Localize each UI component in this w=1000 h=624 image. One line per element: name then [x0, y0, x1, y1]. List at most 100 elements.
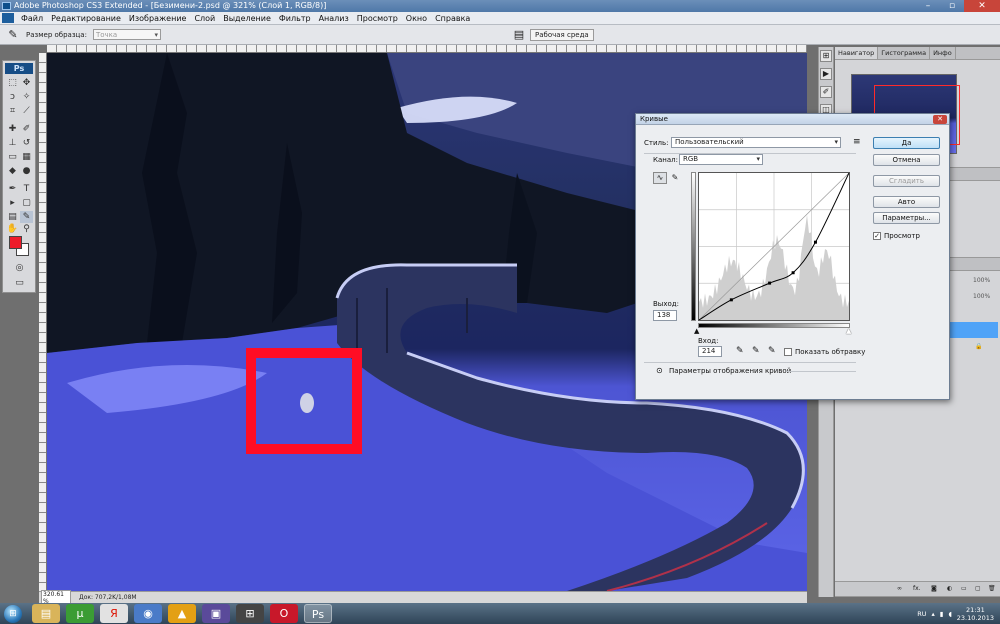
network-icon[interactable]: ▮: [940, 610, 944, 618]
menu-view[interactable]: Просмотр: [353, 14, 402, 23]
slice-tool-icon[interactable]: ⟋: [20, 105, 33, 117]
output-value-field[interactable]: 138: [653, 310, 677, 321]
path-select-icon[interactable]: ▸: [6, 197, 19, 209]
menu-analysis[interactable]: Анализ: [315, 14, 353, 23]
foreground-color-swatch[interactable]: [9, 236, 22, 249]
preview-checkbox[interactable]: ✓: [873, 232, 881, 240]
curve-edit-points-icon[interactable]: ∿: [653, 172, 667, 184]
brush-tool-icon[interactable]: ✐: [20, 123, 33, 135]
white-point-slider-icon[interactable]: ▲: [846, 327, 851, 335]
menu-layer[interactable]: Слой: [190, 14, 219, 23]
fill-value[interactable]: 100%: [973, 293, 990, 300]
input-value-field[interactable]: 214: [698, 346, 722, 357]
curve-control-point[interactable]: [768, 281, 772, 285]
start-button-icon[interactable]: ⊞: [4, 604, 22, 623]
pen-tool-icon[interactable]: ✒: [6, 183, 19, 195]
gradient-tool-icon[interactable]: ▦: [20, 151, 33, 163]
move-tool-icon[interactable]: ✥: [20, 77, 33, 89]
pencil-draw-icon[interactable]: ✎: [668, 172, 682, 184]
quick-mask-icon[interactable]: ◎: [13, 262, 26, 274]
channel-select[interactable]: RGB: [679, 154, 763, 165]
screen-mode-icon[interactable]: ▭: [13, 277, 26, 289]
menu-window[interactable]: Окно: [402, 14, 431, 23]
workspace-button[interactable]: Рабочая среда: [530, 29, 594, 41]
layer-mask-icon[interactable]: ◙: [931, 585, 937, 592]
options-button[interactable]: Параметры...: [873, 212, 940, 224]
shape-tool-icon[interactable]: ▢: [20, 197, 33, 209]
minimize-icon[interactable]: –: [916, 0, 940, 12]
language-indicator[interactable]: RU: [917, 610, 926, 618]
adjustment-layer-icon[interactable]: ◐: [947, 585, 952, 592]
opera-icon[interactable]: O: [270, 604, 298, 623]
cancel-button[interactable]: Отмена: [873, 154, 940, 166]
chrome-icon[interactable]: ◉: [134, 604, 162, 623]
photoshop-taskbar-button[interactable]: Ps: [304, 604, 332, 623]
clock[interactable]: 21:31 23.10.2013: [957, 606, 994, 622]
menu-edit[interactable]: Редактирование: [47, 14, 125, 23]
calculator-icon[interactable]: ⊞: [236, 604, 264, 623]
ok-button[interactable]: Да: [873, 137, 940, 149]
yandex-icon[interactable]: Я: [100, 604, 128, 623]
show-clipping-checkbox[interactable]: [784, 348, 792, 356]
sample-size-select[interactable]: Точка: [92, 29, 161, 40]
expand-options-icon[interactable]: ⊙: [656, 366, 663, 375]
dialog-close-icon[interactable]: ✕: [933, 115, 947, 124]
crop-tool-icon[interactable]: ⌗: [6, 105, 19, 117]
dodge-tool-icon[interactable]: ●: [20, 165, 33, 177]
menu-help[interactable]: Справка: [431, 14, 474, 23]
marquee-tool-icon[interactable]: ⬚: [6, 77, 19, 89]
curves-graph[interactable]: [698, 172, 850, 321]
lasso-tool-icon[interactable]: ↄ: [6, 91, 19, 103]
curve-display-options-label[interactable]: Параметры отображения кривой: [669, 367, 791, 375]
curve-control-point[interactable]: [729, 298, 733, 302]
zoom-tool-icon[interactable]: ⚲: [20, 223, 33, 235]
volume-icon[interactable]: ◖: [948, 610, 951, 618]
history-panel-icon[interactable]: ⊞: [820, 50, 832, 62]
link-layers-icon[interactable]: ∞: [897, 585, 902, 592]
notes-tool-icon[interactable]: ▤: [6, 211, 19, 223]
eyedropper-tool-icon[interactable]: ✎: [6, 28, 20, 42]
eraser-tool-icon[interactable]: ▭: [6, 151, 19, 163]
preset-select[interactable]: Пользовательский: [671, 137, 841, 148]
curve-control-point[interactable]: [813, 240, 817, 244]
curve-plot[interactable]: [698, 172, 850, 321]
tray-arrow-icon[interactable]: ▴: [932, 610, 935, 618]
menu-image[interactable]: Изображение: [125, 14, 191, 23]
magic-wand-icon[interactable]: ✧: [20, 91, 33, 103]
curve-control-point[interactable]: [791, 271, 795, 275]
hand-tool-icon[interactable]: ✋: [6, 223, 19, 235]
blur-tool-icon[interactable]: ◆: [6, 165, 19, 177]
menu-filter[interactable]: Фильтр: [275, 14, 315, 23]
gray-eyedropper-icon[interactable]: ✎: [752, 346, 760, 356]
brushes-panel-icon[interactable]: ✐: [820, 86, 832, 98]
new-layer-icon[interactable]: ▢: [975, 585, 981, 592]
opacity-value[interactable]: 100%: [973, 277, 990, 284]
menu-file[interactable]: Файл: [17, 14, 47, 23]
layer-style-icon[interactable]: fx.: [913, 585, 921, 592]
explorer-folder-icon[interactable]: ▤: [32, 604, 60, 623]
type-tool-icon[interactable]: T: [20, 183, 33, 195]
tab-navigator[interactable]: Навигатор: [835, 47, 879, 59]
close-icon[interactable]: ✕: [964, 0, 1000, 12]
preset-options-icon[interactable]: ≡: [853, 137, 861, 147]
black-eyedropper-icon[interactable]: ✎: [736, 346, 744, 356]
winamp-icon[interactable]: ▲: [168, 604, 196, 623]
stamp-tool-icon[interactable]: ⊥: [6, 137, 19, 149]
black-point-slider-icon[interactable]: ▲: [694, 327, 699, 335]
delete-layer-icon[interactable]: 🗑: [988, 585, 996, 592]
workspace-icon[interactable]: ▤: [512, 28, 526, 42]
maximize-icon[interactable]: ▫: [940, 0, 964, 12]
healing-brush-icon[interactable]: ✚: [6, 123, 19, 135]
white-eyedropper-icon[interactable]: ✎: [768, 346, 776, 356]
save-disk-icon[interactable]: ▣: [202, 604, 230, 623]
new-group-icon[interactable]: ▭: [961, 585, 967, 592]
utorrent-icon[interactable]: µ: [66, 604, 94, 623]
history-brush-icon[interactable]: ↺: [20, 137, 33, 149]
actions-panel-icon[interactable]: ▶: [820, 68, 832, 80]
auto-button[interactable]: Авто: [873, 196, 940, 208]
tab-histogram[interactable]: Гистограмма: [878, 47, 931, 59]
menu-select[interactable]: Выделение: [219, 14, 275, 23]
tab-info[interactable]: Инфо: [930, 47, 956, 59]
curves-dialog-titlebar[interactable]: Кривые ✕: [636, 114, 949, 125]
eyedropper-icon[interactable]: ✎: [20, 211, 33, 223]
